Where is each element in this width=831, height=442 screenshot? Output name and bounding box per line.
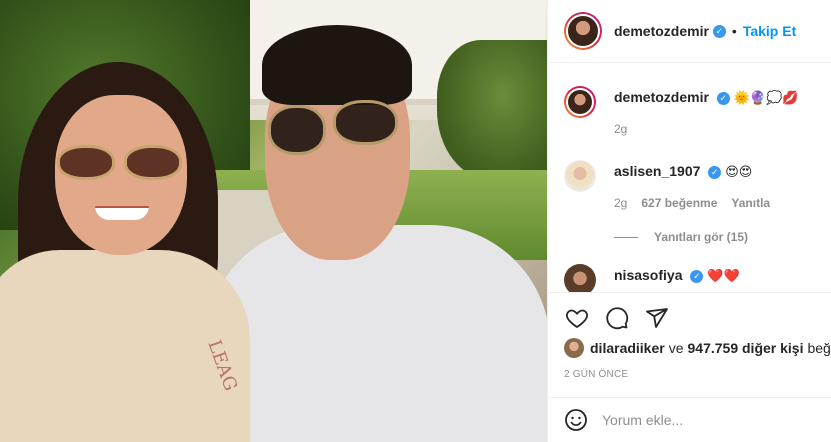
commenter-username[interactable]: aslisen_1907 (614, 163, 700, 179)
comment-text: ❤️❤️ (707, 269, 740, 284)
photo-tree-right (437, 40, 547, 180)
comment-input[interactable] (602, 412, 802, 428)
likes-suffix: beğe (807, 340, 831, 356)
post-header: demetozdemir ✓ • Takip Et (548, 0, 831, 63)
caption-body: demetozdemir ✓ 🌞🔮💭💋 2g (614, 86, 798, 136)
man-hair (262, 25, 412, 105)
author-username[interactable]: demetozdemir (614, 23, 709, 39)
comment-body: nisasofiya ✓ ❤️❤️ (614, 264, 740, 292)
verified-badge-icon: ✓ (690, 269, 704, 283)
woman-sunglasses-right (124, 145, 182, 180)
caption-line: demetozdemir ✓ 🌞🔮💭💋 (614, 88, 798, 108)
caption-avatar[interactable] (564, 86, 596, 118)
post-photo[interactable]: LEAG (0, 0, 547, 442)
smiley-icon[interactable] (564, 408, 588, 432)
caption: demetozdemir ✓ 🌞🔮💭💋 2g (564, 86, 815, 136)
comment-likes[interactable]: 627 beğenme (641, 196, 717, 210)
verified-badge-icon: ✓ (716, 91, 730, 105)
post-side-panel: demetozdemir ✓ • Takip Et demetozdemir ✓… (547, 0, 831, 442)
view-replies-button[interactable]: Yanıtları gör (15) (614, 230, 815, 244)
post-actions (548, 292, 831, 342)
comment-body: aslisen_1907 ✓ 😍😍 2g 627 beğenme Yanıtla (614, 160, 770, 210)
commenter-avatar[interactable] (564, 264, 596, 292)
paper-plane-icon (646, 307, 668, 328)
view-replies-label: Yanıtları gör (15) (654, 230, 749, 244)
heart-icon (566, 309, 588, 328)
comment-text: 😍😍 (725, 165, 753, 180)
comment-item: nisasofiya ✓ ❤️❤️ (564, 264, 815, 292)
likes-connector: ve (668, 340, 684, 356)
commenter-username[interactable]: nisasofiya (614, 267, 682, 283)
post-timestamp[interactable]: 2 GÜN ÖNCE (564, 369, 628, 380)
liker-username[interactable]: dilaradiiker (590, 340, 665, 356)
verified-badge-icon: ✓ (708, 165, 722, 179)
likes-count[interactable]: 947.759 diğer kişi (688, 340, 804, 356)
comment-button[interactable] (604, 305, 630, 331)
reply-button[interactable]: Yanıtla (731, 196, 770, 210)
comment-meta: 2g 627 beğenme Yanıtla (614, 196, 770, 210)
man-sweater (205, 225, 547, 442)
commenter-avatar[interactable] (564, 160, 596, 192)
verified-badge-icon: ✓ (712, 24, 726, 38)
woman-sunglasses-left (57, 145, 115, 180)
comment-line: nisasofiya ✓ ❤️❤️ (614, 266, 740, 286)
caption-username[interactable]: demetozdemir (614, 89, 709, 105)
caption-avatar-image (566, 88, 594, 116)
comment-time[interactable]: 2g (614, 196, 627, 210)
likes-summary: dilaradiiker ve 947.759 diğer kişi beğe (564, 338, 831, 358)
like-button[interactable] (564, 305, 590, 331)
author-avatar[interactable] (564, 12, 602, 50)
comment-line: aslisen_1907 ✓ 😍😍 (614, 162, 770, 182)
follow-button[interactable]: Takip Et (743, 23, 796, 39)
man-sunglasses-right (333, 100, 398, 145)
comments-list[interactable]: demetozdemir ✓ 🌞🔮💭💋 2g aslisen_1907 ✓ 😍😍 (548, 64, 831, 292)
woman-smile (95, 206, 149, 220)
man-sunglasses-left (268, 105, 326, 155)
comment-icon (606, 306, 629, 329)
share-button[interactable] (644, 305, 670, 331)
add-comment-bar (548, 397, 831, 442)
caption-text: 🌞🔮💭💋 (733, 91, 799, 106)
author-avatar-image (566, 14, 600, 48)
replies-line (614, 236, 638, 238)
caption-time[interactable]: 2g (614, 122, 627, 136)
header-separator: • (731, 23, 737, 39)
liker-avatar[interactable] (564, 338, 584, 358)
caption-meta: 2g (614, 122, 798, 136)
comment-item: aslisen_1907 ✓ 😍😍 2g 627 beğenme Yanıtla (564, 160, 815, 210)
